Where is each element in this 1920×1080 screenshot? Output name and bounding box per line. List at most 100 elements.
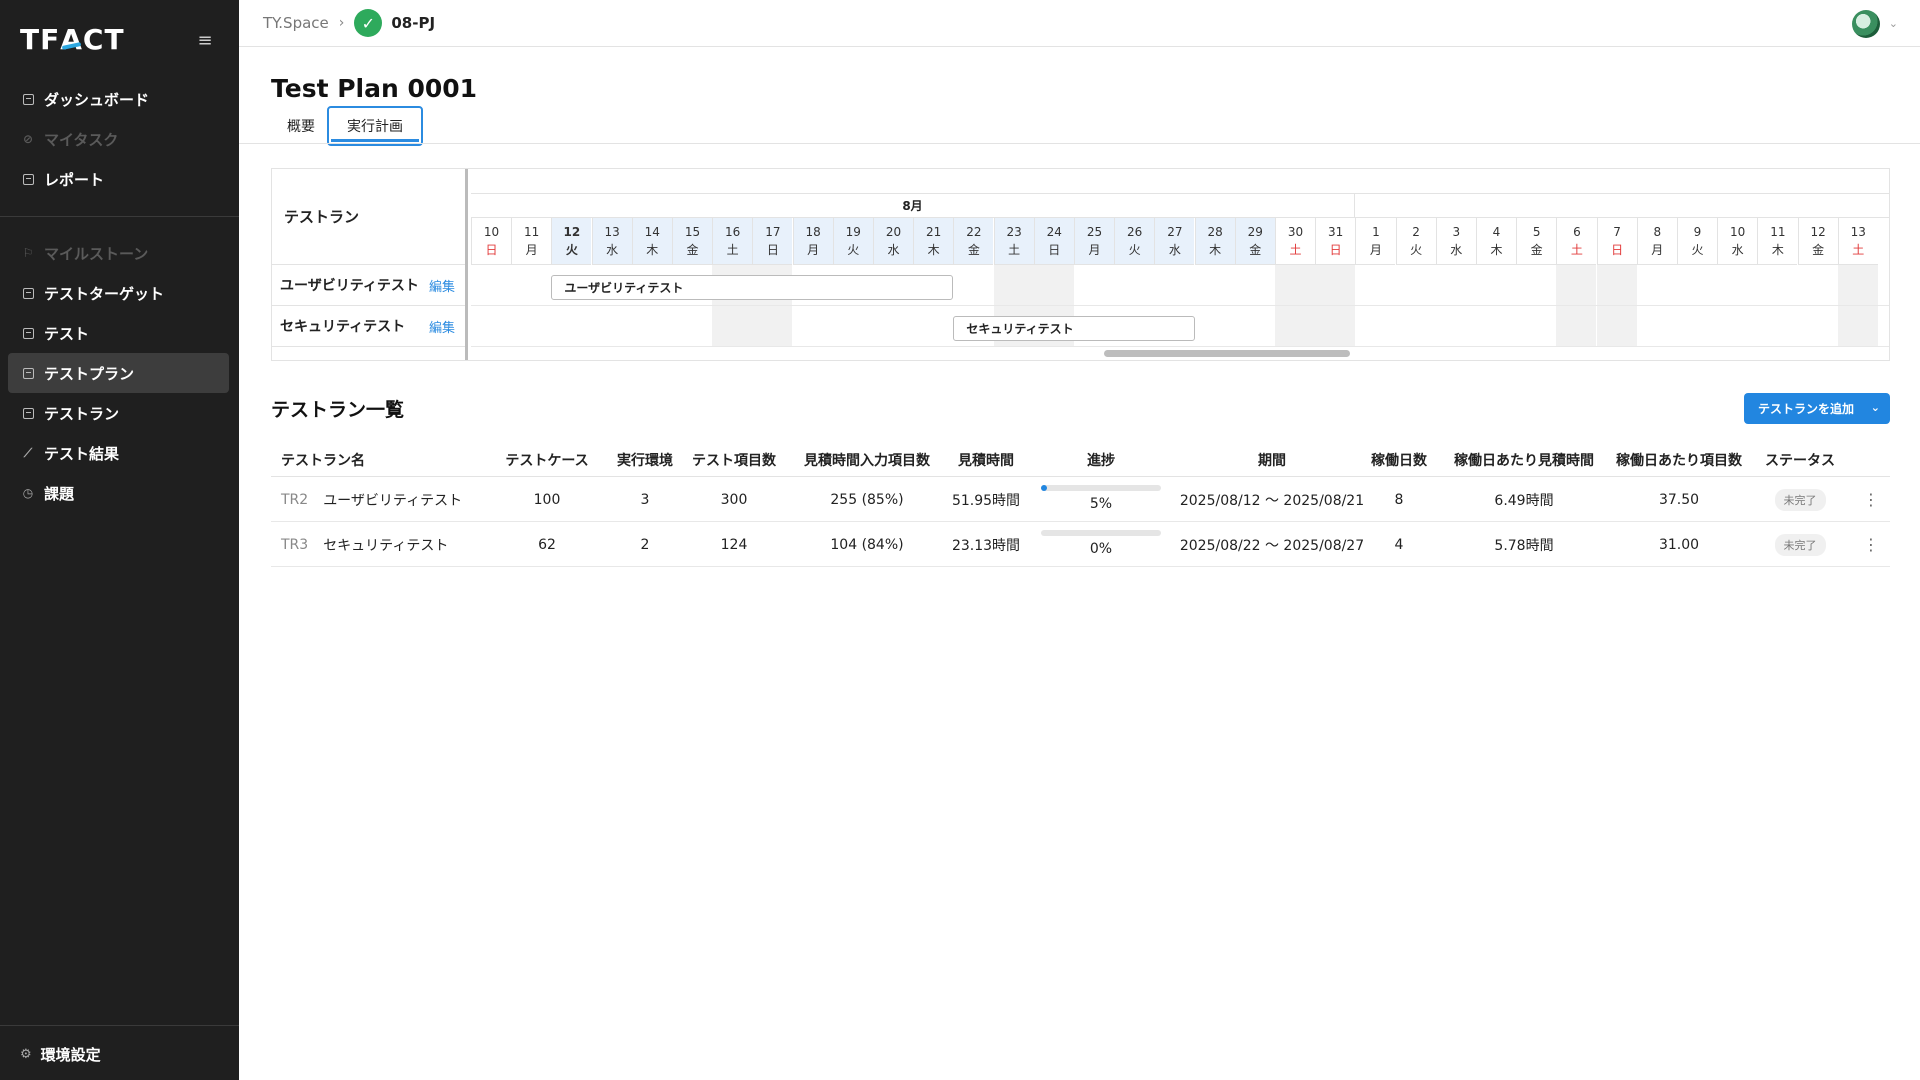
weekday-label: 水: [606, 243, 619, 257]
column-header: 見積時間: [958, 453, 1014, 469]
breadcrumb-project[interactable]: 08-PJ: [391, 14, 435, 32]
gantt-timeline[interactable]: 8月 10 日 11 月 12 火 13 水 14 木 15 金 16 土 17 日 18 月 19 火 20 水 21 木 2…: [471, 169, 1889, 360]
status-badge: 未完了: [1774, 488, 1826, 511]
sidebar-item-test-target[interactable]: テストターゲット: [8, 273, 229, 313]
chevron-down-icon[interactable]: ⌄: [1889, 17, 1898, 30]
day-number: 8: [1653, 225, 1662, 239]
day-number: 11: [1770, 225, 1786, 239]
gantt-day-cell: 16 土: [712, 218, 753, 265]
edit-link[interactable]: 編集: [429, 276, 455, 295]
top-bar: TY.Space › ✓ 08-PJ ⌄: [239, 0, 1920, 47]
gantt-day-cell: 12 火: [551, 218, 592, 265]
project-check-icon: ✓: [354, 9, 383, 37]
app-logo[interactable]: TF A CT: [20, 22, 125, 56]
day-number: 1: [1372, 225, 1380, 239]
weekday-label: 日: [1329, 243, 1342, 257]
tabs-divider: [239, 143, 1920, 144]
sidebar-item-test[interactable]: テスト: [8, 313, 229, 353]
tab-execution-plan[interactable]: 実行計画: [327, 106, 423, 146]
sidebar-item-report[interactable]: レポート: [8, 159, 229, 199]
sidebar-item-label: テスト結果: [44, 444, 120, 463]
gantt-day-cell: 19 火: [832, 218, 873, 265]
weekday-label: 月: [1651, 243, 1664, 257]
sidebar-item-label: ダッシュボード: [44, 90, 150, 109]
estimate-input-count: 104 (84%): [830, 536, 904, 553]
day-number: 15: [684, 225, 701, 239]
sidebar-item-dashboard[interactable]: ダッシュボード: [8, 79, 229, 119]
gantt-day-cell: 9火: [1677, 218, 1717, 265]
gantt-row-usability: ユーザビリティテスト 編集: [272, 265, 465, 306]
gantt-day-cell: 20 水: [873, 218, 913, 265]
gantt-row-label: ユーザビリティテスト: [280, 278, 419, 294]
gantt-day-cell: 6土: [1556, 218, 1597, 265]
gantt-day-cell: 8月: [1636, 218, 1677, 265]
chevron-down-icon[interactable]: ⌄: [1871, 401, 1880, 414]
day-number: 12: [1810, 225, 1826, 239]
sidebar-divider: [0, 216, 239, 217]
gantt-day-cell: 28 木: [1194, 218, 1235, 265]
sidebar-item-test-result[interactable]: ⟋ テスト結果: [8, 433, 229, 473]
add-test-run-button[interactable]: テストランを追加 ⌄: [1744, 393, 1890, 424]
tab-overview[interactable]: 概要: [280, 106, 322, 146]
day-number: 11: [524, 225, 540, 239]
test-items-count: 300: [720, 491, 748, 508]
weekday-label: 月: [525, 243, 538, 257]
more-options-icon[interactable]: ⋮: [1863, 490, 1879, 509]
month-label: 8月: [471, 193, 1355, 218]
day-number: 21: [926, 225, 942, 239]
table-row[interactable]: TR3 セキュリティテスト 62 2 124 104 (84%) 23.13時間…: [271, 522, 1890, 567]
weekday-label: 月: [1369, 243, 1382, 257]
weekday-label: 土: [726, 243, 739, 257]
settings-label: 環境設定: [40, 1046, 101, 1064]
gantt-bar[interactable]: ユーザビリティテスト: [551, 275, 954, 300]
gantt-day-cell: 2火: [1395, 218, 1436, 265]
day-number: 2: [1412, 225, 1420, 239]
test-run-name[interactable]: ユーザビリティテスト: [323, 490, 462, 510]
sidebar-item-issue[interactable]: ◷ 課題: [8, 473, 229, 513]
day-number: 25: [1086, 225, 1103, 239]
sidebar-item-test-plan[interactable]: テストプラン: [8, 353, 229, 393]
dashboard-icon: [21, 92, 35, 106]
weekday-label: 木: [1490, 243, 1503, 257]
progress-fill: [1041, 485, 1047, 491]
gantt-day-cell: 13 水: [591, 218, 632, 265]
avatar[interactable]: [1852, 10, 1880, 38]
settings-link[interactable]: ⚙ 環境設定: [20, 1044, 101, 1065]
target-icon: [21, 286, 35, 300]
weekend-column: [1556, 265, 1597, 347]
more-options-icon[interactable]: ⋮: [1863, 535, 1879, 554]
sidebar-item-label: テストプラン: [44, 364, 135, 383]
day-number: 13: [604, 225, 620, 239]
day-number: 31: [1328, 225, 1344, 239]
estimate-input-count: 255 (85%): [830, 491, 904, 508]
column-header: ステータス: [1765, 453, 1835, 469]
gantt-day-cell: 11 月: [511, 218, 552, 265]
weekday-label: 金: [686, 243, 699, 257]
gantt-bar[interactable]: セキュリティテスト: [953, 316, 1195, 341]
collapse-sidebar-icon[interactable]: ≡: [194, 29, 216, 51]
weekday-label: 木: [1209, 243, 1222, 257]
day-number: 22: [966, 225, 982, 239]
table-row[interactable]: TR2 ユーザビリティテスト 100 3 300 255 (85%) 51.95…: [271, 477, 1890, 522]
gantt-day-cell: 27 水: [1154, 218, 1195, 265]
run-icon: [21, 406, 35, 420]
progress-text: 5%: [1089, 496, 1113, 512]
column-header: 見積時間入力項目数: [804, 453, 930, 469]
gantt-horizontal-scrollbar[interactable]: [1104, 350, 1350, 357]
weekday-label: 水: [1731, 243, 1744, 257]
weekday-label: 金: [1812, 243, 1825, 257]
progress-text: 0%: [1089, 541, 1113, 557]
gantt-day-cell: 24 日: [1033, 218, 1074, 265]
issue-icon: ◷: [22, 486, 34, 500]
edit-link[interactable]: 編集: [429, 317, 455, 336]
weekday-label: 土: [1008, 243, 1021, 257]
weekday-label: 土: [1852, 243, 1865, 257]
breadcrumb-space[interactable]: TY.Space: [263, 14, 329, 32]
section-title: テストラン一覧: [271, 399, 405, 421]
test-run-name[interactable]: セキュリティテスト: [323, 535, 448, 555]
column-header: テスト項目数: [692, 453, 776, 469]
gantt-chart: テストラン ユーザビリティテスト 編集 セキュリティテスト 編集 8月 10 日 1…: [271, 168, 1890, 361]
day-number: 20: [885, 225, 902, 239]
sidebar-item-test-run[interactable]: テストラン: [8, 393, 229, 433]
weekday-label: 木: [1771, 243, 1784, 257]
